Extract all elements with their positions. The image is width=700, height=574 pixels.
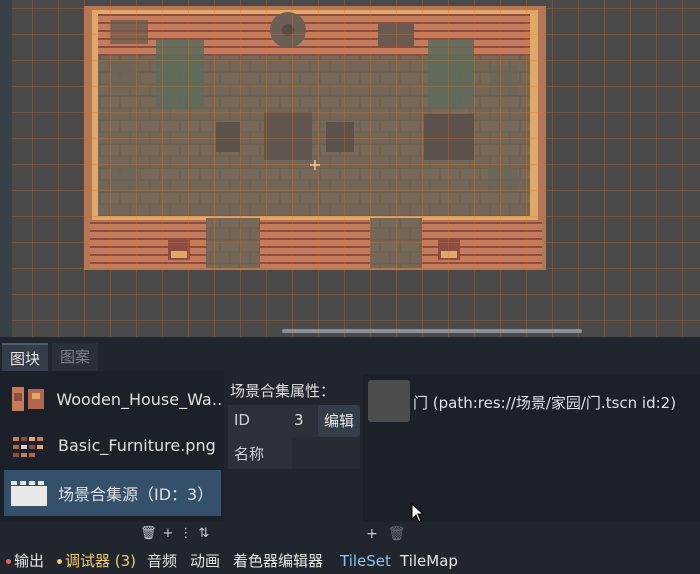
prop-id-value[interactable]: 3 — [294, 411, 304, 429]
tileset-tabbar: 图块 图案 — [0, 337, 700, 371]
props-title: 场景合集属性： — [230, 382, 336, 400]
source-item-wooden-house[interactable]: Wooden_House_Wa… — [4, 376, 221, 422]
menu-icon[interactable]: ⋮ — [179, 526, 198, 541]
error-dot-icon — [6, 559, 11, 564]
source-item-basic-furniture[interactable]: Basic_Furniture.png — [4, 422, 221, 468]
sort-icon[interactable]: ⇅ — [198, 526, 215, 541]
add-scene-icon[interactable]: + — [366, 526, 378, 542]
name-input[interactable] — [292, 437, 360, 469]
debugger-tab[interactable]: 调试器 (3) — [57, 548, 136, 574]
scene-collection-thumb-icon — [8, 476, 50, 510]
source-item-scene-collection[interactable]: 场景合集源（ID：3） — [4, 470, 221, 516]
bottom-status-bar: 输出 调试器 (3) 音频 动画 着色器编辑器 TileSet TileMap — [0, 548, 700, 574]
scene-tile-label[interactable]: 门 (path:res://场景/家园/门.tscn id:2) — [413, 392, 676, 413]
add-source-icon[interactable]: + — [163, 526, 180, 541]
scene-thumbnail[interactable] — [368, 380, 410, 422]
shader-editor-tab[interactable]: 着色器编辑器 — [233, 548, 323, 574]
source-toolbar: 🗑+⋮⇅ — [140, 526, 215, 541]
source-list: Wooden_House_Wa… Basic_Furniture.png 场景合… — [0, 371, 224, 522]
tab-patterns[interactable]: 图案 — [52, 343, 99, 371]
edit-button[interactable]: 编辑 — [318, 405, 360, 437]
audio-tab[interactable]: 音频 — [147, 548, 177, 574]
warning-dot-icon — [57, 559, 62, 564]
source-label: Basic_Furniture.png — [58, 435, 216, 455]
source-label: 场景合集源（ID：3） — [58, 485, 214, 504]
wood-wall-thumb-icon — [8, 382, 48, 416]
scene-toolbar: + 🗑 — [366, 526, 406, 542]
horizontal-scrollbar[interactable] — [282, 329, 582, 333]
furniture-thumb-icon — [8, 428, 50, 462]
prop-name-key: 名称 — [234, 445, 265, 463]
delete-source-icon[interactable]: 🗑 — [140, 526, 163, 541]
animation-tab[interactable]: 动画 — [190, 548, 220, 574]
prop-id-key: ID — [234, 411, 250, 429]
tab-tiles[interactable]: 图块 — [2, 343, 49, 371]
tilemap-canvas[interactable] — [0, 0, 700, 337]
delete-scene-icon[interactable]: 🗑 — [388, 526, 406, 542]
tilemap-viewport[interactable] — [0, 0, 700, 337]
mouse-cursor-icon — [411, 503, 425, 523]
tilemap-tab[interactable]: TileMap — [400, 548, 458, 574]
source-label: Wooden_House_Wa… — [56, 389, 221, 409]
tileset-tab[interactable]: TileSet — [340, 548, 391, 574]
output-tab[interactable]: 输出 — [6, 548, 44, 574]
